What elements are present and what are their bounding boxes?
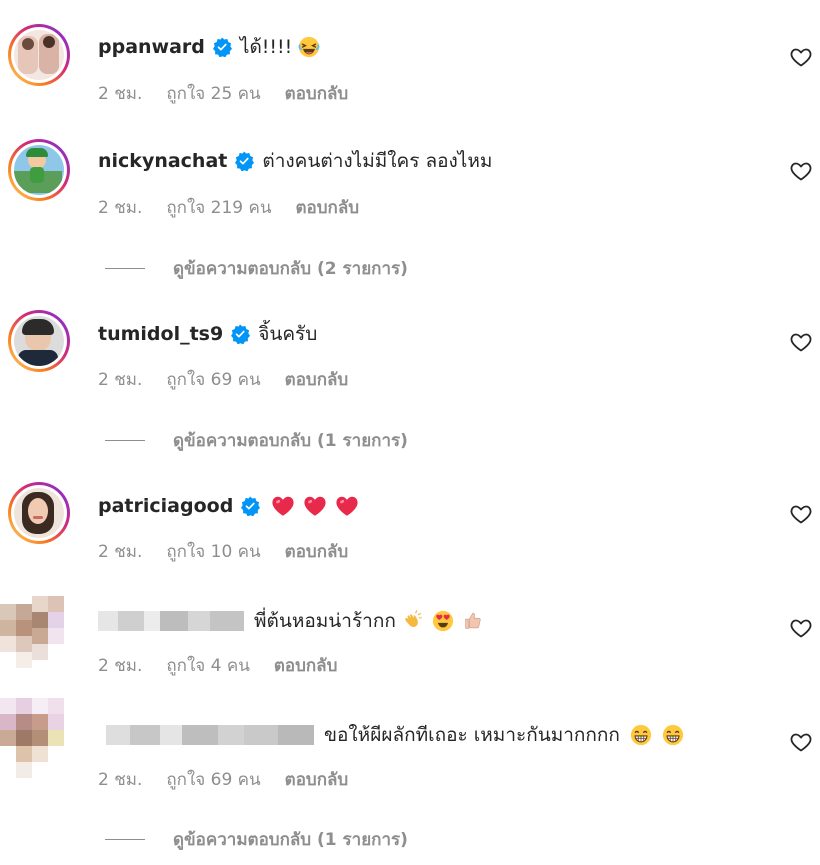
like-heart-icon[interactable] bbox=[789, 502, 813, 526]
thumbs-up-emoji-icon bbox=[465, 612, 481, 629]
timestamp[interactable]: 2 ชม. bbox=[98, 652, 142, 679]
like-heart-icon[interactable] bbox=[789, 616, 813, 640]
timestamp[interactable]: 2 ชม. bbox=[98, 538, 142, 565]
avatar[interactable] bbox=[8, 482, 70, 544]
avatar[interactable] bbox=[0, 698, 80, 778]
verified-badge-icon bbox=[231, 324, 251, 344]
avatar[interactable] bbox=[8, 139, 70, 201]
reply-button[interactable]: ตอบกลับ bbox=[295, 194, 359, 221]
username[interactable]: tumidol_ts9 bbox=[98, 323, 223, 345]
view-replies-label[interactable]: ดูข้อความตอบกลับ (1 รายการ) bbox=[173, 427, 408, 454]
blurred-username[interactable] bbox=[98, 611, 244, 631]
reply-button[interactable]: ตอบกลับ bbox=[285, 766, 349, 793]
view-replies-label[interactable]: ดูข้อความตอบกลับ (2 รายการ) bbox=[173, 255, 408, 282]
laughing-emoji-icon bbox=[298, 36, 320, 58]
avatar[interactable] bbox=[8, 24, 70, 86]
comment-meta: 2 ชม. ถูกใจ 69 คน ตอบกลับ bbox=[98, 766, 372, 793]
verified-badge-icon bbox=[212, 37, 232, 57]
comment-meta: 2 ชม. ถูกใจ 4 คน ตอบกลับ bbox=[98, 652, 361, 679]
heart-emoji-icon bbox=[336, 496, 358, 516]
divider bbox=[105, 268, 145, 269]
username[interactable]: nickynachat bbox=[98, 150, 227, 172]
view-replies-label[interactable]: ดูข้อความตอบกลับ (1 รายการ) bbox=[173, 826, 408, 853]
timestamp[interactable]: 2 ชม. bbox=[98, 194, 142, 221]
view-replies-button[interactable]: ดูข้อความตอบกลับ (1 รายการ) bbox=[105, 826, 408, 853]
comment-text: ต่างคนต่างไม่มีใคร ลองไหม bbox=[262, 150, 493, 172]
like-count[interactable]: ถูกใจ 25 คน bbox=[166, 80, 260, 107]
timestamp[interactable]: 2 ชม. bbox=[98, 366, 142, 393]
verified-badge-icon bbox=[235, 151, 255, 171]
timestamp[interactable]: 2 ชม. bbox=[98, 80, 142, 107]
view-replies-button[interactable]: ดูข้อความตอบกลับ (2 รายการ) bbox=[105, 255, 408, 282]
like-count[interactable]: ถูกใจ 69 คน bbox=[166, 366, 260, 393]
heart-emoji-icon bbox=[272, 496, 294, 516]
username[interactable]: patriciagood bbox=[98, 495, 233, 517]
blurred-username[interactable] bbox=[106, 725, 314, 745]
username[interactable]: ppanward bbox=[98, 36, 205, 58]
comment-meta: 2 ชม. ถูกใจ 69 คน ตอบกลับ bbox=[98, 366, 372, 393]
comment-meta: 2 ชม. ถูกใจ 10 คน ตอบกลับ bbox=[98, 538, 372, 565]
like-count[interactable]: ถูกใจ 4 คน bbox=[166, 652, 249, 679]
like-heart-icon[interactable] bbox=[789, 159, 813, 183]
comment-text: ขอให้ผีผลักทีเถอะ เหมาะกันมากกกก bbox=[324, 724, 620, 746]
reply-button[interactable]: ตอบกลับ bbox=[285, 366, 349, 393]
comment-meta: 2 ชม. ถูกใจ 25 คน ตอบกลับ bbox=[98, 80, 372, 107]
timestamp[interactable]: 2 ชม. bbox=[98, 766, 142, 793]
like-count[interactable]: ถูกใจ 219 คน bbox=[166, 194, 271, 221]
avatar[interactable] bbox=[8, 310, 70, 372]
reply-button[interactable]: ตอบกลับ bbox=[285, 80, 349, 107]
heart-eyes-emoji-icon bbox=[432, 610, 453, 632]
heart-emoji-icon bbox=[304, 496, 326, 516]
like-count[interactable]: ถูกใจ 10 คน bbox=[166, 538, 260, 565]
comment-text: พี่ต้นหอมน่าร้ากก bbox=[254, 610, 396, 632]
like-heart-icon[interactable] bbox=[789, 45, 813, 69]
divider bbox=[105, 440, 145, 441]
grin-emoji-icon bbox=[662, 724, 684, 746]
grin-emoji-icon bbox=[630, 724, 652, 746]
verified-badge-icon bbox=[241, 496, 261, 516]
reply-button[interactable]: ตอบกลับ bbox=[274, 652, 338, 679]
reply-button[interactable]: ตอบกลับ bbox=[285, 538, 349, 565]
like-count[interactable]: ถูกใจ 69 คน bbox=[166, 766, 260, 793]
divider bbox=[105, 839, 145, 840]
comment-text: จิ้นครับ bbox=[258, 323, 318, 345]
clapping-emoji-icon bbox=[405, 610, 422, 627]
view-replies-button[interactable]: ดูข้อความตอบกลับ (1 รายการ) bbox=[105, 427, 408, 454]
comment-text: ได้!!!! bbox=[239, 36, 293, 58]
like-heart-icon[interactable] bbox=[789, 730, 813, 754]
like-heart-icon[interactable] bbox=[789, 330, 813, 354]
comment-meta: 2 ชม. ถูกใจ 219 คน ตอบกลับ bbox=[98, 194, 383, 221]
avatar[interactable] bbox=[0, 596, 80, 676]
